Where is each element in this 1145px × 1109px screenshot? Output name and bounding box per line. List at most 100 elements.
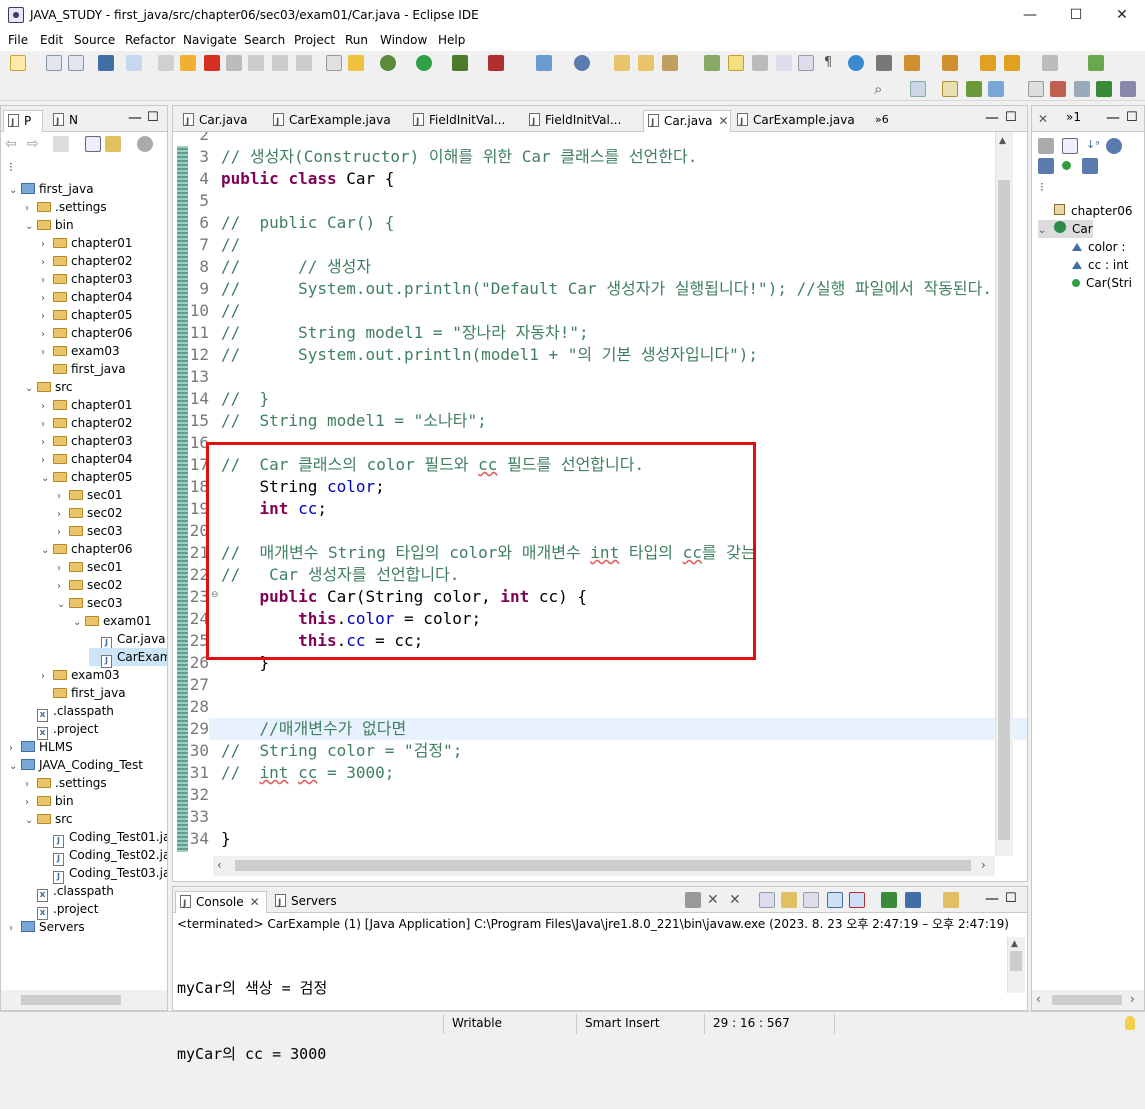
tree-item[interactable]: › chapter04: [41, 288, 132, 306]
tree-item[interactable]: › sec01: [57, 558, 123, 576]
maximize-button[interactable]: ☐: [1053, 0, 1099, 31]
word-wrap-icon[interactable]: [803, 892, 819, 908]
menu-run[interactable]: Run: [345, 33, 368, 47]
editor-tab-overflow[interactable]: »6: [875, 110, 905, 132]
highlight-icon[interactable]: [728, 55, 744, 71]
tree-item[interactable]: J Car.java: [89, 630, 166, 650]
open-type-icon[interactable]: [614, 55, 630, 71]
terminal-icon[interactable]: [98, 55, 114, 71]
remove-all-icon[interactable]: ✕: [729, 892, 745, 908]
tab-servers[interactable]: Servers: [271, 891, 341, 913]
tree-item[interactable]: ⌄ chapter05: [41, 468, 132, 486]
expanded-arrow-icon[interactable]: ⌄: [41, 542, 53, 560]
view-icon-2[interactable]: [1074, 81, 1090, 97]
terminate-icon[interactable]: [204, 55, 220, 71]
back-icon[interactable]: [1004, 55, 1020, 71]
step-over-icon[interactable]: [272, 55, 288, 71]
pin-editor-icon[interactable]: [1088, 55, 1104, 71]
tree-item[interactable]: first_java: [41, 684, 126, 702]
block-selection-icon[interactable]: [798, 55, 814, 71]
suspend-icon[interactable]: [180, 55, 196, 71]
tree-item[interactable]: J Coding_Test03.ja: [41, 864, 167, 884]
tree-item[interactable]: › sec01: [57, 486, 123, 504]
tree-item[interactable]: ⌄ src: [25, 378, 73, 396]
sort-icon[interactable]: ↓ᵃ: [1086, 138, 1102, 154]
tab-package-explorer[interactable]: P: [3, 110, 43, 133]
close-tab-icon[interactable]: ✕: [719, 114, 729, 128]
expanded-arrow-icon[interactable]: ⌄: [25, 380, 37, 398]
annotation-icon[interactable]: [704, 55, 720, 71]
open-perspective-icon[interactable]: [910, 81, 926, 97]
scroll-up-icon[interactable]: ▲: [1011, 939, 1018, 949]
expanded-arrow-icon[interactable]: ⌄: [73, 614, 85, 632]
remove-launch-icon[interactable]: ✕: [707, 892, 723, 908]
outline-item[interactable]: chapter06: [1038, 202, 1132, 220]
new-class-icon[interactable]: [574, 55, 590, 71]
hide-fields-icon[interactable]: [1106, 138, 1122, 154]
console-vscrollbar[interactable]: ▲: [1007, 937, 1025, 993]
java-ee-perspective-icon[interactable]: [942, 81, 958, 97]
menu-refactor[interactable]: Refactor: [125, 33, 175, 47]
tree-item[interactable]: › chapter06: [41, 324, 132, 342]
tree-item[interactable]: › chapter02: [41, 414, 132, 432]
collapsed-arrow-icon[interactable]: ›: [9, 920, 21, 938]
tree-item[interactable]: › sec03: [57, 522, 123, 540]
expanded-arrow-icon[interactable]: ⌄: [41, 470, 53, 488]
menu-navigate[interactable]: Navigate: [183, 33, 237, 47]
close-tab-icon[interactable]: ✕: [250, 895, 260, 909]
tree-item[interactable]: ⌄ chapter06: [41, 540, 132, 558]
tip-bulb-icon[interactable]: [1125, 1016, 1135, 1030]
expanded-arrow-icon[interactable]: ⌄: [25, 812, 37, 830]
tree-item[interactable]: first_java: [41, 360, 126, 378]
java-perspective-icon[interactable]: [988, 81, 1004, 97]
editor-tab-active[interactable]: Car.java ✕: [643, 110, 731, 133]
show-on-error-icon[interactable]: [849, 892, 865, 908]
minimize-button[interactable]: —: [1007, 0, 1053, 31]
hide-local-types-icon[interactable]: [1082, 158, 1098, 174]
minimize-view-icon[interactable]: —: [985, 110, 999, 126]
editor-hscrollbar[interactable]: ‹ ›: [213, 856, 995, 876]
tree-item[interactable]: › sec02: [57, 504, 123, 522]
close-view-icon[interactable]: ✕: [1038, 112, 1048, 126]
tab-navigator[interactable]: N: [49, 110, 89, 132]
scroll-thumb[interactable]: [235, 860, 971, 871]
editor-tab[interactable]: Car.java: [179, 110, 265, 132]
view-overflow[interactable]: »1: [1066, 110, 1081, 124]
pin-icon[interactable]: [876, 55, 892, 71]
editor-tab[interactable]: FieldInitVal...: [409, 110, 523, 132]
hide-static-icon[interactable]: [1038, 158, 1054, 174]
scroll-up-icon[interactable]: ▲: [999, 136, 1006, 146]
tree-item[interactable]: › chapter02: [41, 252, 132, 270]
debug-icon[interactable]: [380, 55, 396, 71]
search-toolbar-icon[interactable]: [662, 55, 678, 71]
menu-window[interactable]: Window: [380, 33, 427, 47]
save-icon[interactable]: [46, 55, 62, 71]
tree-item[interactable]: ⌄ bin: [25, 216, 74, 234]
maximize-view-icon[interactable]: ☐: [147, 110, 159, 125]
next-annotation-icon[interactable]: [904, 55, 920, 71]
view-menu-dots-icon[interactable]: ⁝: [1040, 180, 1044, 194]
scroll-thumb[interactable]: [1052, 995, 1122, 1005]
explorer-hscrollbar[interactable]: [1, 990, 167, 1010]
maximize-view-icon[interactable]: ☐: [1126, 110, 1138, 125]
editor-vscrollbar[interactable]: ▲: [995, 132, 1013, 856]
skip-breakpoints-icon[interactable]: [126, 55, 142, 71]
wand-icon[interactable]: [348, 55, 364, 71]
new-icon[interactable]: [10, 55, 26, 71]
menu-project[interactable]: Project: [294, 33, 335, 47]
external-tools-icon[interactable]: [488, 55, 504, 71]
tree-item[interactable]: › exam03: [41, 342, 120, 360]
tree-item[interactable]: › HLMS: [9, 738, 73, 756]
scroll-thumb[interactable]: [998, 180, 1010, 840]
editor-tab[interactable]: FieldInitVal...: [525, 110, 639, 132]
tree-item[interactable]: › chapter01: [41, 234, 132, 252]
tree-item[interactable]: › .settings: [25, 774, 107, 792]
tree-item[interactable]: ⌄ JAVA_Coding_Test: [9, 756, 143, 774]
tree-item[interactable]: ⌄ first_java: [9, 180, 94, 198]
collapse-all-icon[interactable]: [1062, 138, 1078, 154]
disconnect-icon[interactable]: [226, 55, 242, 71]
tree-item[interactable]: J CarExam: [89, 648, 167, 668]
maximize-view-icon[interactable]: ☐: [1005, 891, 1017, 906]
tree-item[interactable]: › chapter05: [41, 306, 132, 324]
view-icon-3[interactable]: [1096, 81, 1112, 97]
